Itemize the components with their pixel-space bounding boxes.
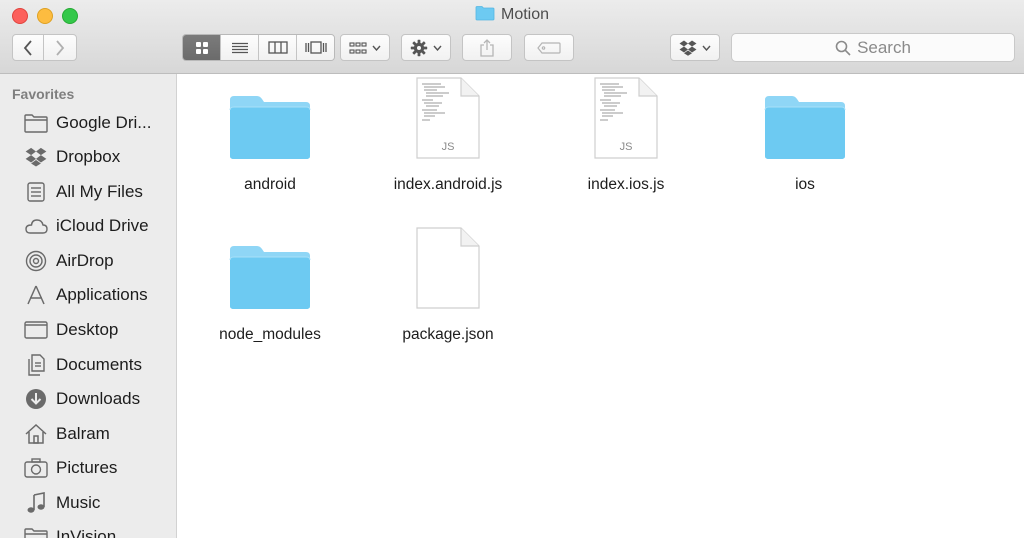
camera-icon <box>24 456 48 480</box>
dropbox-button[interactable] <box>670 34 720 61</box>
forward-button[interactable] <box>43 34 77 61</box>
sidebar-item-google-drive[interactable]: Google Dri... <box>0 106 176 140</box>
search-placeholder: Search <box>857 37 911 57</box>
js-badge: JS <box>442 141 455 153</box>
view-mode-selector <box>182 34 335 61</box>
sidebar-item-downloads[interactable]: Downloads <box>0 382 176 416</box>
folder-icon <box>195 74 345 160</box>
home-icon <box>24 422 48 446</box>
sidebar: Favorites Google Dri... Dropbox All My F… <box>0 74 177 538</box>
action-menu-button[interactable] <box>401 34 451 61</box>
icon-view-button[interactable] <box>183 35 220 60</box>
finder-window: Motion Search Favorites Google Dri... Dr… <box>0 0 1024 538</box>
sidebar-item-airdrop[interactable]: AirDrop <box>0 244 176 278</box>
applications-icon <box>24 283 48 307</box>
sidebar-item-pictures[interactable]: Pictures <box>0 451 176 485</box>
file-name: index.ios.js <box>587 176 665 193</box>
folder-icon <box>730 74 880 160</box>
share-icon <box>480 38 494 57</box>
search-field[interactable]: Search <box>731 33 1015 62</box>
share-button[interactable] <box>462 34 512 61</box>
icon-view-icon <box>195 41 208 54</box>
sidebar-item-documents[interactable]: Documents <box>0 348 176 382</box>
search-icon <box>835 40 851 56</box>
file-item-android[interactable]: android <box>195 74 345 194</box>
file-browser-content: android JS index.android.js JS index.ios… <box>177 74 1024 538</box>
arrange-button[interactable] <box>340 34 390 61</box>
dropbox-icon <box>24 145 48 169</box>
chevron-down-icon <box>702 45 711 51</box>
back-button[interactable] <box>12 34 44 61</box>
coverflow-view-icon <box>304 41 327 54</box>
file-item-package-json[interactable]: package.json <box>373 224 523 344</box>
document-icon <box>373 224 523 310</box>
folder-icon <box>195 224 345 310</box>
chevron-down-icon <box>433 45 442 51</box>
column-view-button[interactable] <box>258 35 296 60</box>
sidebar-item-dropbox[interactable]: Dropbox <box>0 140 176 174</box>
window-title: Motion <box>500 6 550 23</box>
file-name: node_modules <box>219 326 321 343</box>
folder-icon <box>24 111 48 135</box>
file-item-ios[interactable]: ios <box>730 74 880 194</box>
file-name: index.android.js <box>393 176 503 193</box>
folder-icon <box>24 525 48 538</box>
sidebar-item-applications[interactable]: Applications <box>0 278 176 312</box>
downloads-icon <box>24 387 48 411</box>
js-badge: JS <box>620 141 633 153</box>
chevron-left-icon <box>23 39 32 56</box>
column-view-icon <box>267 41 288 54</box>
documents-icon <box>24 353 48 377</box>
cloud-icon <box>24 214 48 238</box>
sidebar-item-home[interactable]: Balram <box>0 417 176 451</box>
sidebar-heading: Favorites <box>12 86 75 102</box>
file-item-node-modules[interactable]: node_modules <box>195 224 345 344</box>
airdrop-icon <box>24 249 48 273</box>
list-view-button[interactable] <box>220 35 258 60</box>
folder-icon <box>475 5 495 26</box>
js-file-icon: JS <box>373 74 523 160</box>
desktop-icon <box>24 318 48 342</box>
file-name: android <box>244 176 296 193</box>
sidebar-item-invision[interactable]: InVision <box>0 520 176 538</box>
all-files-icon <box>24 180 48 204</box>
gear-icon <box>410 39 428 56</box>
sidebar-item-all-my-files[interactable]: All My Files <box>0 175 176 209</box>
window-title-area: Motion <box>0 5 1024 26</box>
sidebar-item-icloud-drive[interactable]: iCloud Drive <box>0 209 176 243</box>
titlebar: Motion Search <box>0 0 1024 74</box>
file-name: package.json <box>402 326 494 343</box>
music-note-icon <box>24 491 48 515</box>
arrange-grid-icon <box>349 41 367 54</box>
sidebar-item-music[interactable]: Music <box>0 486 176 520</box>
chevron-down-icon <box>372 45 381 51</box>
dropbox-icon <box>679 40 697 56</box>
coverflow-view-button[interactable] <box>296 35 334 60</box>
sidebar-item-desktop[interactable]: Desktop <box>0 313 176 347</box>
file-item-index-android-js[interactable]: JS index.android.js <box>373 74 523 194</box>
tag-icon <box>537 41 561 54</box>
js-file-icon: JS <box>551 74 701 160</box>
list-view-icon <box>231 42 248 53</box>
file-item-index-ios-js[interactable]: JS index.ios.js <box>551 74 701 194</box>
file-name: ios <box>795 176 815 193</box>
tag-button[interactable] <box>524 34 574 61</box>
chevron-right-icon <box>56 39 65 56</box>
